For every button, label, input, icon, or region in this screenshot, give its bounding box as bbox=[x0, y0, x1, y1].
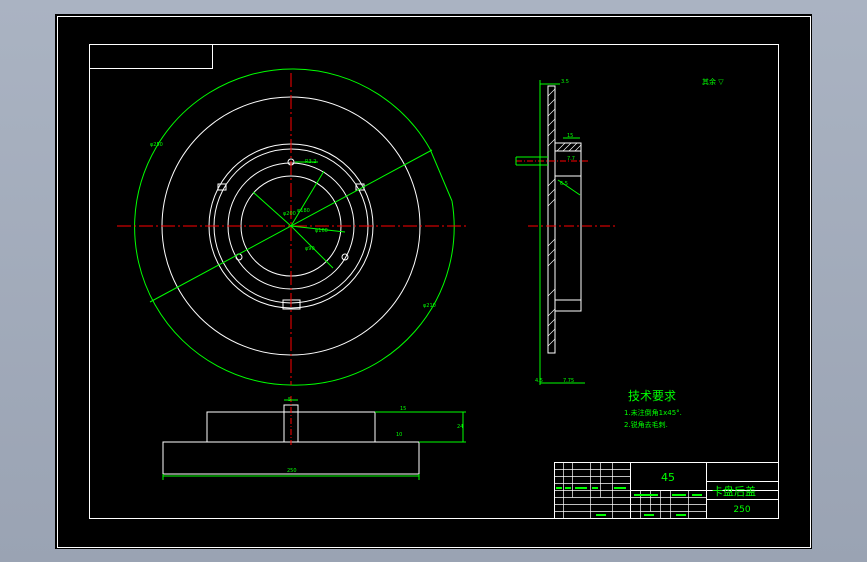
dim-label: 6.5 bbox=[560, 181, 568, 187]
dim-label: R3.2 bbox=[305, 159, 316, 165]
outer-frame bbox=[57, 16, 811, 548]
roughness-note: 其余 ▽ bbox=[702, 77, 724, 86]
dim-label: φ90 bbox=[305, 246, 315, 252]
tech-req-item: 2.锐角去毛刺. bbox=[624, 420, 668, 429]
dim-label: 4.5 bbox=[535, 378, 543, 384]
tech-req-item: 1.未注倒角1x45°. bbox=[624, 408, 682, 417]
dim-label: 15 bbox=[400, 406, 406, 412]
part-name: 卡盘后盖 bbox=[712, 484, 756, 498]
material-label: 45 bbox=[661, 471, 675, 484]
dim-label: 24 bbox=[457, 424, 463, 430]
dim-label: 15 bbox=[567, 133, 573, 139]
bottom-view: 250 15 24 5 10 bbox=[162, 396, 466, 480]
dim-label: 7.7 bbox=[567, 156, 575, 162]
dim-label: 3.5 bbox=[561, 79, 569, 85]
dim-label: 10 bbox=[396, 432, 402, 438]
front-view: φ250 φ210 φ200 φ180 φ160 φ90 R3.2 bbox=[117, 68, 466, 386]
dim-label: 7.75 bbox=[563, 378, 574, 384]
dim-label: φ200 bbox=[283, 211, 296, 217]
inner-border bbox=[89, 44, 779, 519]
dim-label: φ210 bbox=[423, 303, 436, 309]
title-block: 45 卡盘后盖 250 bbox=[554, 462, 779, 519]
scale-label: 250 bbox=[733, 505, 750, 515]
dim-label: 5 bbox=[288, 397, 291, 403]
outer-dimension-arc bbox=[134, 68, 431, 386]
dim-label: φ160 bbox=[315, 228, 328, 234]
side-view: 3.5 7.7 6.5 7.75 15 4.5 bbox=[515, 79, 615, 385]
title-corner-box bbox=[89, 44, 213, 69]
dim-label: φ250 bbox=[150, 142, 163, 148]
dim-label: 250 bbox=[287, 468, 297, 474]
dim-label: φ180 bbox=[297, 208, 310, 214]
cad-drawing: φ250 φ210 φ200 φ180 φ160 φ90 R3.2 250 15… bbox=[57, 16, 811, 548]
tech-req-title: 技术要求 bbox=[628, 389, 676, 403]
